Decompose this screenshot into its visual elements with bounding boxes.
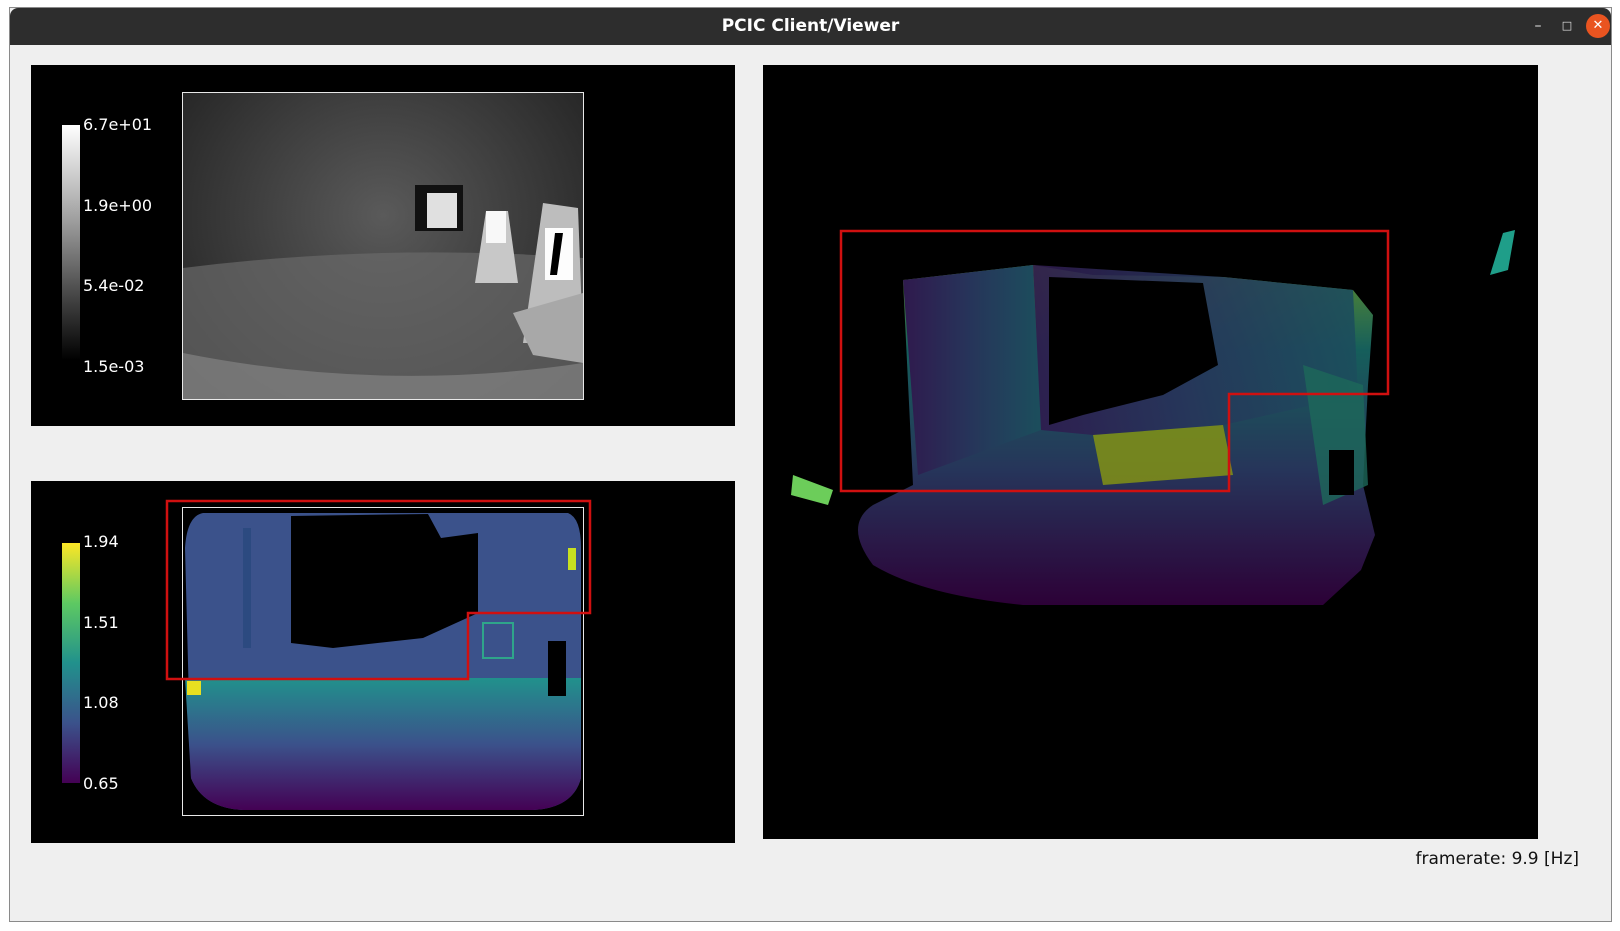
distance-roi-outline	[165, 499, 592, 681]
maximize-button[interactable]: □	[1555, 14, 1579, 38]
amplitude-tick-2: 1.9e+00	[83, 196, 153, 215]
amplitude-tick-3: 5.4e-02	[83, 276, 145, 295]
amplitude-image	[182, 92, 584, 400]
amplitude-tick-4: 1.5e-03	[83, 357, 145, 376]
distance-view[interactable]: 1.94 1.51 1.08 0.65	[31, 481, 735, 843]
minimize-button[interactable]: –	[1526, 14, 1550, 38]
title-bar[interactable]: PCIC Client/Viewer – □ ✕	[10, 8, 1611, 45]
close-button[interactable]: ✕	[1586, 14, 1610, 38]
amplitude-colorbar	[62, 125, 80, 360]
point-cloud-roi-outline	[839, 229, 1390, 493]
amplitude-view[interactable]: 6.7e+01 1.9e+00 5.4e-02 1.5e-03	[31, 65, 735, 426]
window-title: PCIC Client/Viewer	[721, 16, 900, 36]
framerate-label: framerate: 9.9 [Hz]	[1415, 849, 1579, 869]
app-window: PCIC Client/Viewer – □ ✕ 6.7e+01 1.9e+00…	[9, 7, 1612, 922]
point-cloud-view[interactable]	[763, 65, 1538, 839]
amplitude-tick-1: 6.7e+01	[83, 115, 153, 134]
amplitude-scene	[183, 185, 583, 399]
